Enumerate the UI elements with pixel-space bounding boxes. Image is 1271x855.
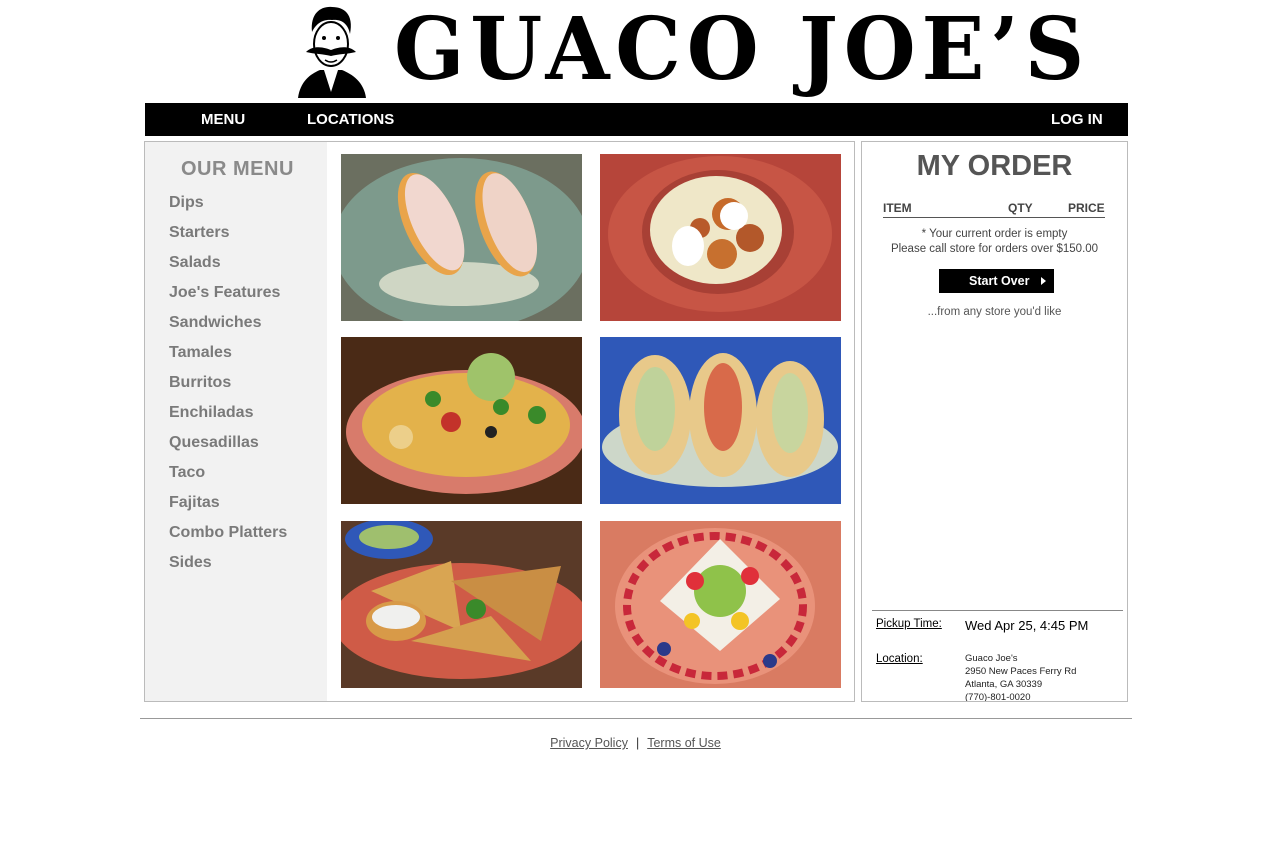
- category-item[interactable]: Fajitas: [169, 494, 287, 524]
- category-item[interactable]: Sides: [169, 554, 287, 584]
- category-item[interactable]: Burritos: [169, 374, 287, 404]
- dessert-photo[interactable]: [600, 521, 841, 688]
- menu-title: OUR MENU: [181, 158, 294, 180]
- header-divider: [883, 217, 1105, 218]
- category-list: Dips Starters Salads Joe's Features Sandwich…: [169, 194, 287, 584]
- brand-logo-text: GUACO JOE’S: [394, 0, 1091, 100]
- call-store-message: Please call store for orders over $150.0…: [890, 243, 1099, 255]
- category-item[interactable]: Tamales: [169, 344, 287, 374]
- menu-sidebar: OUR MENU Dips Starters Salads Joe's Feature…: [145, 142, 327, 701]
- queso-dip-photo[interactable]: [600, 154, 841, 321]
- main-nav: MENU LOCATIONS LOG IN: [145, 103, 1128, 136]
- mustache-man-logo-icon: [298, 6, 366, 98]
- location-label[interactable]: Location:: [876, 653, 923, 665]
- category-item[interactable]: Quesadillas: [169, 434, 287, 464]
- pickup-time-label[interactable]: Pickup Time:: [876, 618, 942, 630]
- category-item[interactable]: Enchiladas: [169, 404, 287, 434]
- category-item[interactable]: Starters: [169, 224, 287, 254]
- category-item[interactable]: Joe's Features: [169, 284, 287, 314]
- pickup-time-value: Wed Apr 25, 4:45 PM: [965, 618, 1089, 633]
- empty-order-message: * Your current order is empty: [921, 228, 1068, 240]
- location-name: Guaco Joe's: [965, 653, 1018, 664]
- play-arrow-icon: [1041, 277, 1046, 285]
- terms-of-use-link[interactable]: Terms of Use: [647, 736, 721, 750]
- nav-menu-link[interactable]: MENU: [201, 111, 245, 128]
- nachos-photo[interactable]: [341, 337, 582, 504]
- location-phone: (770)-801-0020: [965, 692, 1031, 702]
- nav-login-link[interactable]: LOG IN: [1051, 111, 1103, 128]
- footer-separator: |: [635, 736, 640, 750]
- start-over-button[interactable]: Start Over: [939, 269, 1054, 293]
- category-item[interactable]: Taco: [169, 464, 287, 494]
- footer-divider: [140, 718, 1132, 719]
- start-over-label: Start Over: [969, 274, 1030, 288]
- order-panel: MY ORDER ITEM QTY PRICE * Your current o…: [861, 141, 1128, 702]
- any-store-note: ...from any store you'd like: [927, 306, 1062, 318]
- location-address: Guaco Joe's 2950 New Paces Ferry Rd Atla…: [965, 652, 1077, 702]
- site-header: GUACO JOE’S: [0, 0, 1271, 102]
- col-header-price: PRICE: [1068, 201, 1105, 215]
- order-title: MY ORDER: [916, 150, 1073, 182]
- category-item[interactable]: Dips: [169, 194, 287, 224]
- footer: Privacy Policy | Terms of Use: [0, 736, 1271, 750]
- menu-panel: OUR MENU Dips Starters Salads Joe's Feature…: [144, 141, 855, 702]
- elote-corn-photo[interactable]: [341, 154, 582, 321]
- category-item[interactable]: Salads: [169, 254, 287, 284]
- location-city: Atlanta, GA 30339: [965, 679, 1043, 690]
- quesadilla-photo[interactable]: [341, 521, 582, 688]
- pickup-divider: [872, 610, 1123, 611]
- category-item[interactable]: Sandwiches: [169, 314, 287, 344]
- col-header-qty: QTY: [1008, 201, 1033, 215]
- nav-locations-link[interactable]: LOCATIONS: [307, 111, 394, 128]
- privacy-policy-link[interactable]: Privacy Policy: [550, 736, 628, 750]
- category-item[interactable]: Combo Platters: [169, 524, 287, 554]
- location-street: 2950 New Paces Ferry Rd: [965, 666, 1077, 677]
- col-header-item: ITEM: [883, 201, 912, 215]
- tacos-photo[interactable]: [600, 337, 841, 504]
